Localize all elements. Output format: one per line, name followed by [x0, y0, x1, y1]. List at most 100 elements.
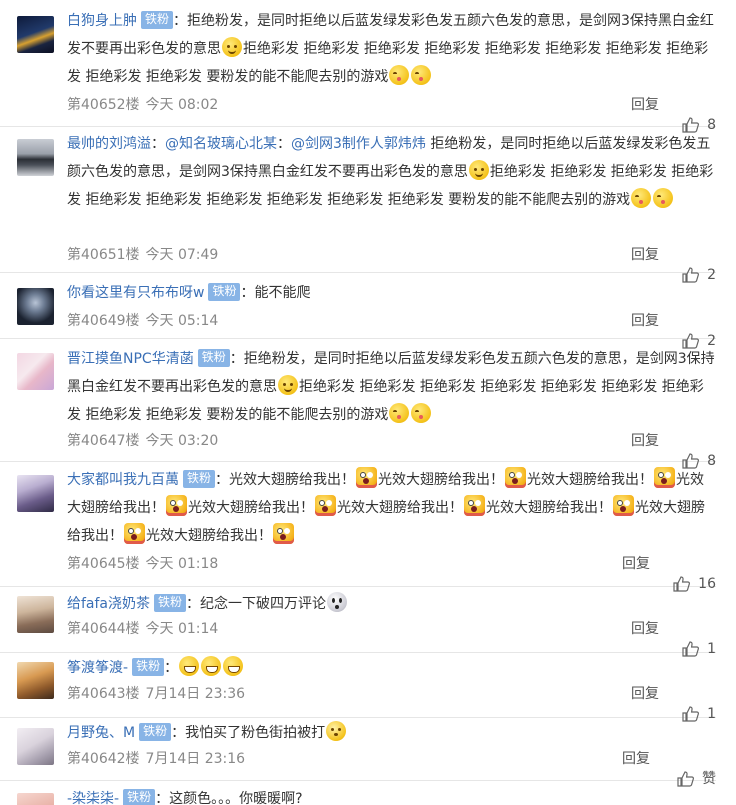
floor-number: 第40643楼	[67, 686, 140, 702]
fan-badge[interactable]: 铁粉	[123, 789, 156, 805]
comment-body: 纪念一下破四万评论	[200, 596, 327, 612]
kiss-emoji-icon	[631, 188, 652, 208]
timestamp: 今天 01:14	[145, 621, 219, 637]
comment-body: 光效大翅膀给我出！	[378, 472, 505, 488]
grin-emoji-icon	[223, 656, 244, 676]
comment-item: 月野兔、M 铁粉 ：我怕买了粉色街拍被打 第40642楼 7月14日 23:16 回复…	[0, 718, 716, 787]
comment-item: 你看这里有只布布呀w 铁粉 ：能不能爬 第40649楼 今天 05:14 回复 2	[0, 273, 716, 349]
avatar[interactable]	[17, 475, 54, 512]
kiss-emoji-icon	[389, 65, 410, 85]
comment-meta: 第40649楼 今天 05:14 回复 2	[67, 311, 716, 349]
comment-meta: 第40644楼 今天 01:14 回复 1	[67, 619, 716, 657]
fan-badge[interactable]: 铁粉	[183, 470, 216, 488]
comment-body: 光效大翅膀给我出！	[527, 472, 654, 488]
comment-text: 晋江摸鱼NPC华清菡 铁粉 ：拒绝粉发，是同时拒绝以后蓝发绿发彩色发五颜六色发的意思…	[67, 345, 716, 429]
timestamp: 今天 08:02	[145, 97, 219, 113]
comment-meta: 第40643楼 7月14日 23:36 回复 1	[67, 684, 716, 722]
shocked-emoji-icon	[654, 467, 676, 488]
timestamp: 今天 03:20	[145, 433, 219, 449]
username[interactable]: 大家都叫我九百萬	[67, 472, 179, 488]
shocked-emoji-icon	[315, 495, 336, 516]
username[interactable]: 最帅的刘鸿溢	[67, 136, 151, 152]
avatar[interactable]	[17, 596, 54, 633]
kiss-emoji-icon	[389, 403, 410, 423]
fan-badge[interactable]: 铁粉	[197, 349, 230, 367]
reply-button[interactable]: 回复	[631, 311, 659, 331]
smile-emoji-icon	[278, 375, 298, 395]
comment-text: -染柒柒- 铁粉 ：这颜色。。。你暖暖啊?	[67, 785, 716, 805]
username[interactable]: 你看这里有只布布呀w	[67, 285, 204, 301]
avatar[interactable]	[17, 353, 54, 390]
mention-link[interactable]: @剑网3制作人郭炜炜	[291, 136, 426, 152]
reply-button[interactable]: 回复	[631, 245, 659, 265]
floor-number: 第40651楼	[67, 247, 140, 263]
comment-body: 光效大翅膀给我出！	[146, 528, 272, 544]
comment-item: 给fafa浇奶茶 铁粉 ：纪念一下破四万评论 第40644楼 今天 01:14 回复 …	[0, 587, 716, 657]
comment-list: 白狗身上肿 铁粉 ：拒绝粉发，是同时拒绝以后蓝发绿发彩色发五颜六色发的意思，是剑网3…	[0, 0, 736, 805]
reply-button[interactable]: 回复	[622, 554, 650, 574]
fan-badge[interactable]: 铁粉	[139, 723, 172, 741]
shocked-emoji-icon	[166, 495, 187, 516]
username[interactable]: -染柒柒-	[67, 791, 119, 805]
shocked-emoji-icon	[124, 523, 145, 544]
comment-body: 光效大翅膀给我出！	[229, 472, 356, 488]
comment-text: 大家都叫我九百萬 铁粉 ：光效大翅膀给我出！ 光效大翅膀给我出！ 光效大翅膀给我出！ 光效…	[67, 466, 716, 550]
username[interactable]: 筝渡筝渡-	[67, 660, 128, 676]
colon: ：	[277, 136, 291, 152]
avatar[interactable]	[17, 662, 54, 699]
shocked-emoji-icon	[356, 467, 378, 488]
reply-button[interactable]: 回复	[631, 95, 659, 115]
username[interactable]: 白狗身上肿	[67, 13, 137, 29]
fan-badge[interactable]: 铁粉	[208, 283, 241, 301]
mention-link[interactable]: @知名玻璃心北某	[165, 136, 277, 152]
username[interactable]: 月野兔、M	[67, 725, 135, 741]
timestamp: 今天 05:14	[145, 313, 219, 329]
fan-badge[interactable]: 铁粉	[132, 658, 165, 676]
comment-item: 大家都叫我九百萬 铁粉 ：光效大翅膀给我出！ 光效大翅膀给我出！ 光效大翅膀给我出！ 光效…	[0, 462, 716, 592]
comment-body: 我怕买了粉色街拍被打	[185, 725, 326, 741]
comment-meta: 第40652楼 今天 08:02 回复 8	[67, 95, 716, 133]
kiss-emoji-icon	[411, 65, 432, 85]
grin-emoji-icon	[179, 656, 200, 676]
timestamp: 7月14日 23:16	[145, 751, 246, 767]
avatar[interactable]	[17, 728, 54, 765]
avatar[interactable]	[17, 288, 54, 325]
shocked-emoji-icon	[273, 523, 294, 544]
fan-badge[interactable]: 铁粉	[141, 11, 174, 29]
fan-badge[interactable]: 铁粉	[154, 594, 187, 612]
username[interactable]: 给fafa浇奶茶	[67, 596, 150, 612]
colon: ：	[186, 596, 201, 612]
reply-button[interactable]: 回复	[631, 431, 659, 451]
avatar[interactable]	[17, 793, 54, 805]
comment-item: 最帅的刘鸿溢：@知名玻璃心北某：@剑网3制作人郭炜炜 拒绝粉发，是同时拒绝以后蓝…	[0, 127, 716, 283]
comment-body: 光效大翅膀给我出！	[486, 500, 612, 516]
ghost-emoji-icon	[327, 592, 348, 612]
floor-number: 第40644楼	[67, 621, 140, 637]
colon: ：	[164, 660, 179, 676]
comment-item: 晋江摸鱼NPC华清菡 铁粉 ：拒绝粉发，是同时拒绝以后蓝发绿发彩色发五颜六色发的意思…	[0, 339, 716, 469]
comment-text: 筝渡筝渡- 铁粉：	[67, 654, 716, 682]
comment-item: -染柒柒- 铁粉 ：这颜色。。。你暖暖啊?	[0, 781, 716, 805]
shocked-emoji-icon	[464, 495, 485, 516]
avatar[interactable]	[17, 16, 54, 53]
floor-number: 第40645楼	[67, 556, 140, 572]
floor-number: 第40647楼	[67, 433, 140, 449]
comment-meta: 第40651楼 今天 07:49 回复 2	[67, 245, 716, 283]
timestamp: 今天 01:18	[145, 556, 219, 572]
colon: ：	[229, 351, 244, 367]
colon: ：	[151, 136, 165, 152]
comment-body: 光效大翅膀给我出！	[188, 500, 314, 516]
floor-number: 第40652楼	[67, 97, 140, 113]
username[interactable]: 晋江摸鱼NPC华清菡	[67, 351, 194, 367]
smile-emoji-icon	[222, 37, 242, 57]
avatar[interactable]	[17, 139, 54, 176]
comment-body: 光效大翅膀给我出！	[337, 500, 463, 516]
colon: ：	[171, 725, 186, 741]
reply-button[interactable]: 回复	[631, 619, 659, 639]
reply-button[interactable]: 回复	[622, 749, 650, 769]
comment-text: 你看这里有只布布呀w 铁粉 ：能不能爬	[67, 279, 716, 307]
colon: ：	[215, 472, 230, 488]
comment-text: 给fafa浇奶茶 铁粉 ：纪念一下破四万评论	[67, 590, 716, 618]
comment-text: 月野兔、M 铁粉 ：我怕买了粉色街拍被打	[67, 719, 716, 747]
reply-button[interactable]: 回复	[631, 684, 659, 704]
